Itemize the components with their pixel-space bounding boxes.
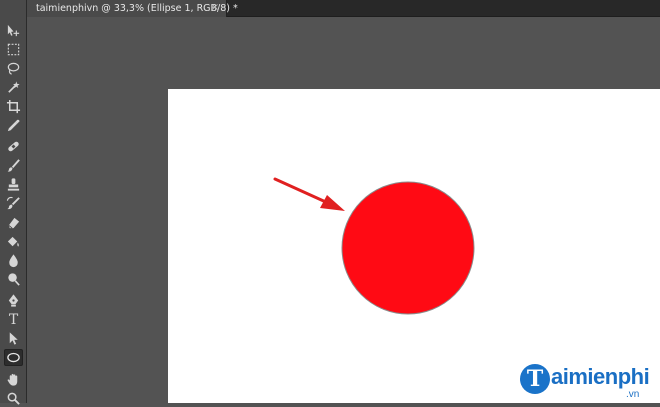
document-tab-title: taimienphivn @ 33,3% (Ellipse 1, RGB/8) … — [36, 3, 238, 14]
clone-stamp-tool-icon[interactable] — [4, 176, 23, 193]
document-tab[interactable]: taimienphivn @ 33,3% (Ellipse 1, RGB/8) … — [27, 0, 238, 17]
watermark-text: aimienphi — [551, 364, 650, 389]
ellipse-tool-icon[interactable] — [4, 349, 23, 366]
watermark-initial: T — [520, 364, 550, 394]
taimienphi-watermark-logo: T aimienphi .vn — [520, 362, 660, 403]
tools-panel: T — [0, 0, 27, 405]
paint-bucket-tool-icon[interactable] — [4, 233, 23, 250]
eyedropper-tool-icon[interactable] — [4, 117, 23, 134]
watermark-suffix: .vn — [626, 389, 640, 400]
hand-tool-icon[interactable] — [4, 371, 23, 388]
canvas-overlay — [273, 177, 475, 315]
blur-tool-icon[interactable] — [4, 252, 23, 269]
red-ellipse-shape[interactable] — [341, 181, 475, 315]
document-tab-bar: taimienphivn @ 33,3% (Ellipse 1, RGB/8) … — [27, 0, 660, 17]
type-tool-icon[interactable]: T — [4, 311, 23, 328]
path-selection-tool-icon[interactable] — [4, 330, 23, 347]
crop-tool-icon[interactable] — [4, 98, 23, 115]
dodge-tool-icon[interactable] — [4, 271, 23, 288]
zoom-tool-icon[interactable] — [4, 390, 23, 407]
healing-brush-tool-icon[interactable] — [4, 138, 23, 155]
eraser-tool-icon[interactable] — [4, 214, 23, 231]
history-brush-tool-icon[interactable] — [4, 195, 23, 212]
close-icon[interactable]: × — [210, 3, 220, 13]
magic-wand-tool-icon[interactable] — [4, 79, 23, 96]
brush-tool-icon[interactable] — [4, 157, 23, 174]
lasso-tool-icon[interactable] — [4, 60, 23, 77]
arrow-annotation — [273, 177, 345, 211]
pen-tool-icon[interactable] — [4, 292, 23, 309]
move-tool-icon[interactable] — [4, 22, 23, 39]
marquee-tool-icon[interactable] — [4, 41, 23, 58]
